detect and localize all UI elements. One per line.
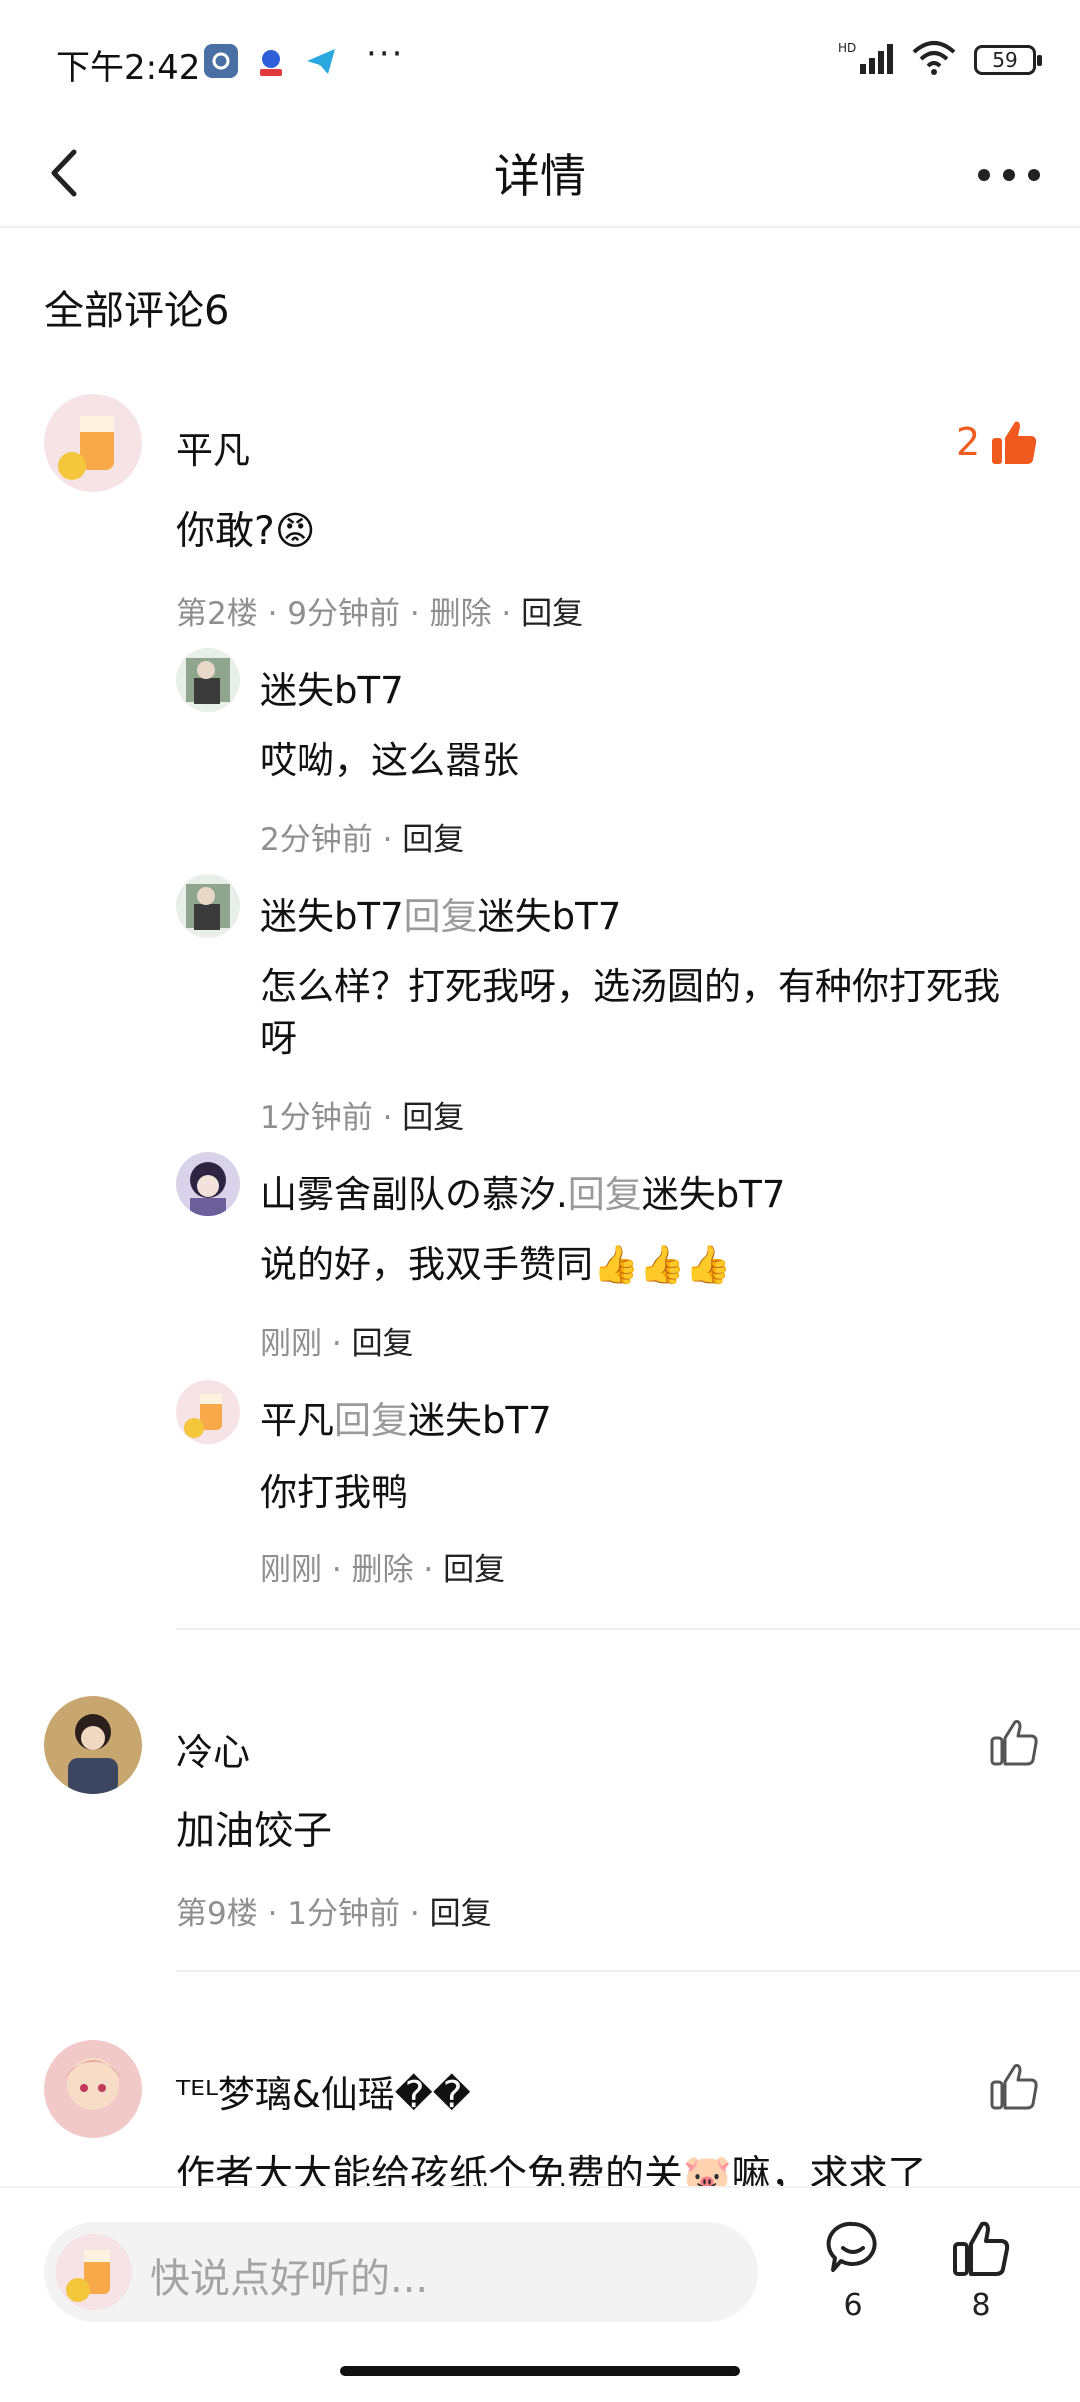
comment-input-placeholder: 快说点好听的... (150, 2256, 429, 2302)
divider (176, 1628, 1080, 1630)
reply-author: 迷失bT7回复迷失bT7 (260, 895, 622, 938)
battery-indicator: 59 (974, 45, 1042, 75)
comment-input[interactable]: 快说点好听的... (44, 2222, 758, 2322)
thumbs-up-icon (990, 2064, 1038, 2110)
reply-content-continued: 呀 (260, 1017, 297, 1060)
wifi-icon (912, 40, 956, 80)
all-comments-header: 全部评论6 (44, 288, 230, 334)
reply-author: 平凡回复迷失bT7 (260, 1399, 552, 1442)
status-time: 下午2:42 (56, 48, 201, 88)
thumbs-up-filled-icon (992, 421, 1037, 464)
comment-content: 加油饺子 (176, 1809, 333, 1854)
comment-count: 6 (843, 2288, 863, 2323)
reply-meta: 2分钟前 · 回复 (260, 822, 465, 858)
reply-content: 说的好，我双手赞同👍👍👍 (260, 1243, 732, 1286)
comment-meta: 第2楼 · 9分钟前 · 删除 · 回复 (176, 596, 584, 632)
svg-text:HD: HD (838, 41, 856, 55)
avatar[interactable] (176, 1380, 240, 1444)
like-button[interactable] (988, 1716, 1040, 1768)
reply-button[interactable]: 回复 (521, 596, 583, 632)
reply-meta: 1分钟前 · 回复 (260, 1100, 465, 1136)
reply-author: 迷失bT7 (260, 669, 404, 712)
commenter-name[interactable]: ᵀᴱᴸ梦璃&仙瑶�� (176, 2064, 471, 2118)
reply-button[interactable]: 回复 (352, 1326, 414, 1362)
reply-content: 怎么样？打死我呀，选汤圆的，有种你打死我 (260, 965, 1000, 1008)
reply-content: 你打我鸭 (260, 1471, 408, 1514)
baidu-app-icon (254, 44, 288, 78)
comment-meta: 第9楼 · 1分钟前 · 回复 (176, 1896, 492, 1932)
signal-icon: HD (838, 40, 894, 80)
reply-meta: 刚刚 · 回复 (260, 1326, 414, 1362)
comment-content: 你敢?😡 (176, 509, 316, 554)
divider (176, 1970, 1080, 1972)
more-options-button[interactable] (974, 140, 1044, 210)
more-dots-icon (978, 169, 1040, 181)
nav-bar: 详情 (0, 120, 1080, 228)
comment-bubble-icon (826, 2221, 877, 2272)
settings-app-icon (204, 44, 238, 78)
like-count: 2 (956, 420, 981, 464)
paper-plane-app-icon (304, 44, 338, 78)
commenter-name[interactable]: 平凡 (176, 420, 250, 474)
avatar[interactable] (176, 1152, 240, 1216)
more-notifications-icon: ··· (366, 34, 405, 74)
reply-content: 哎呦，这么嚣张 (260, 739, 519, 782)
reply-button[interactable]: 回复 (430, 1896, 492, 1932)
avatar[interactable] (44, 1696, 142, 1794)
reply-author: 山雾舍副队の慕汐.回复迷失bT7 (260, 1173, 786, 1216)
like-button[interactable] (988, 416, 1040, 468)
reply-button[interactable]: 回复 (402, 1100, 464, 1136)
page-title: 详情 (494, 149, 586, 203)
avatar[interactable] (176, 874, 240, 938)
avatar[interactable] (44, 394, 142, 492)
like-button[interactable] (988, 2060, 1040, 2112)
avatar[interactable] (44, 2040, 142, 2138)
reply-button[interactable]: 回复 (443, 1552, 505, 1588)
avatar[interactable] (176, 648, 240, 712)
status-right: HD 59 (838, 40, 1042, 80)
like-count-button[interactable]: 8 (936, 2218, 1026, 2323)
avatar (56, 2234, 132, 2310)
comment-count-button[interactable]: 6 (808, 2218, 898, 2323)
like-count: 8 (971, 2288, 991, 2323)
reply-meta: 刚刚 · 删除 · 回复 (260, 1552, 506, 1588)
status-bar: 下午2:42 ··· HD 59 (0, 0, 1080, 120)
reply-button[interactable]: 回复 (402, 822, 464, 858)
thumbs-up-icon (990, 1720, 1038, 1766)
home-indicator[interactable] (340, 2366, 740, 2376)
commenter-name[interactable]: 冷心 (176, 1722, 250, 1776)
thumbs-up-icon (953, 2221, 1010, 2276)
